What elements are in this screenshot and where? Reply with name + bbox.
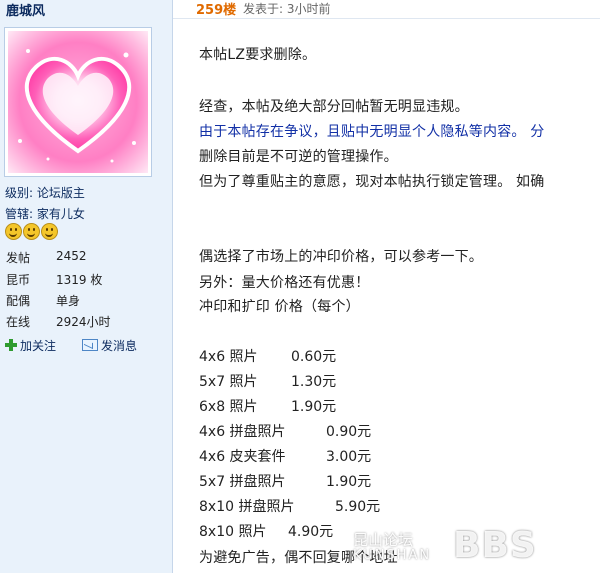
send-message-button[interactable]: 发消息 bbox=[82, 337, 137, 354]
price-item-name: 6x8 照片 bbox=[199, 399, 258, 415]
post-header: 259楼 发表于: 3小时前 bbox=[173, 0, 600, 19]
price-item-name: 8x10 照片 bbox=[199, 524, 267, 540]
smiley-icon bbox=[23, 223, 40, 240]
notice-line: 本帖LZ要求删除。 bbox=[199, 47, 317, 63]
avatar[interactable] bbox=[8, 31, 148, 173]
notice-line: 经查，本帖及绝大部分回帖暂无明显违规。 bbox=[199, 99, 469, 115]
send-message-label: 发消息 bbox=[101, 339, 138, 353]
body-line: 冲印和扩印 价格（每个） bbox=[199, 299, 360, 315]
envelope-icon bbox=[82, 339, 98, 351]
smiley-icon bbox=[41, 223, 58, 240]
stat-spouse-key: 配偶 bbox=[6, 294, 31, 308]
body-line-cut: 为避免广告，偶不回复哪个地址 bbox=[199, 550, 398, 566]
notice-line: 删除目前是不可逆的管理操作。 bbox=[199, 149, 398, 165]
stat-posts-value: 2452 bbox=[56, 249, 87, 263]
price-item-name: 8x10 拼盘照片 bbox=[199, 499, 295, 515]
price-item-name: 4x6 拼盘照片 bbox=[199, 424, 286, 440]
price-item-value: 1.30元 bbox=[291, 374, 337, 390]
price-item-name: 5x7 照片 bbox=[199, 374, 258, 390]
price-item-value: 3.00元 bbox=[326, 449, 372, 465]
user-level: 级别: 论坛版主 bbox=[5, 186, 85, 200]
avatar-frame bbox=[4, 27, 152, 177]
smiley-icon bbox=[5, 223, 22, 240]
body-line: 另外：量大价格还有优惠！ bbox=[199, 275, 370, 291]
stat-online-key: 在线 bbox=[6, 315, 31, 329]
follow-label: 加关注 bbox=[20, 339, 57, 353]
price-item-value: 1.90元 bbox=[326, 474, 372, 490]
price-item-value: 0.60元 bbox=[291, 349, 337, 365]
price-item-name: 5x7 拼盘照片 bbox=[199, 474, 286, 490]
rank-icons bbox=[5, 223, 59, 244]
price-item-value: 5.90元 bbox=[335, 499, 381, 515]
stat-coins-key: 昆币 bbox=[6, 273, 31, 287]
heart-avatar-image bbox=[8, 31, 148, 173]
price-item-name: 4x6 皮夹套件 bbox=[199, 449, 286, 465]
price-item-value: 4.90元 bbox=[288, 524, 334, 540]
price-item-name: 4x6 照片 bbox=[199, 349, 258, 365]
price-item-value: 0.90元 bbox=[326, 424, 372, 440]
user-sidebar: 鹿城风 级别: 论坛版主 管辖: 家有儿女 发帖 2452 昆币 1319 枚 … bbox=[0, 0, 173, 573]
notice-line: 但为了尊重贴主的意愿，现对本帖执行锁定管理。 如确 bbox=[199, 174, 545, 190]
stat-coins-value: 1319 枚 bbox=[56, 273, 103, 287]
post-area: 259楼 发表于: 3小时前 本帖LZ要求删除。 经查，本帖及绝大部分回帖暂无明… bbox=[173, 0, 600, 573]
floor-number[interactable]: 259楼 bbox=[196, 0, 236, 18]
body-line: 偶选择了市场上的冲印价格，可以参考一下。 bbox=[199, 249, 483, 265]
username[interactable]: 鹿城风 bbox=[6, 0, 45, 19]
plus-icon bbox=[5, 339, 17, 351]
notice-line-highlight: 由于本帖存在争议，且贴中无明显个人隐私等内容。 分 bbox=[199, 124, 545, 140]
price-item-value: 1.90元 bbox=[291, 399, 337, 415]
stat-posts-key: 发帖 bbox=[6, 251, 31, 265]
stat-spouse-value: 单身 bbox=[56, 294, 81, 308]
post-time: 发表于: 3小时前 bbox=[243, 2, 331, 16]
stat-online-value: 2924小时 bbox=[56, 315, 111, 329]
follow-button[interactable]: 加关注 bbox=[5, 337, 56, 354]
user-manages: 管辖: 家有儿女 bbox=[5, 207, 85, 221]
